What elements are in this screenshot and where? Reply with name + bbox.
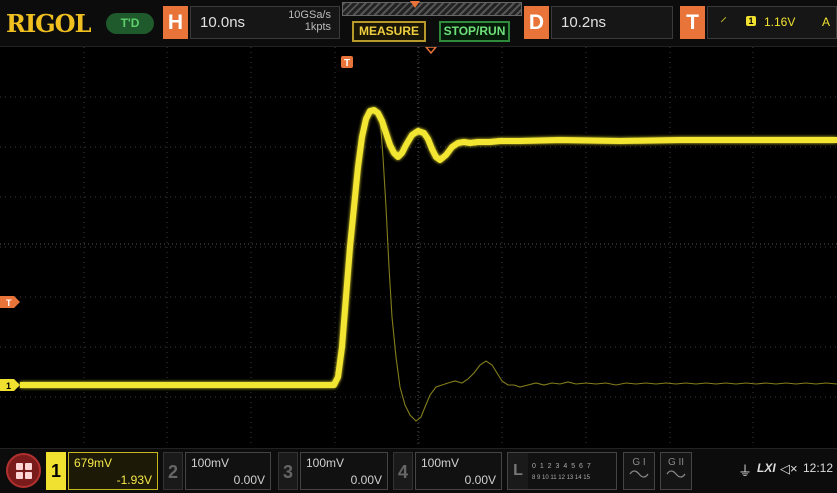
channel-3-scale: 100mV xyxy=(306,456,345,470)
channel-2-number: 2 xyxy=(163,452,183,490)
rising-edge-icon: ⸍ xyxy=(720,14,727,30)
channel-4-body: 100mV 0.00V xyxy=(415,452,502,490)
channel-1-number: 1 xyxy=(46,452,66,490)
channel-4-offset: 0.00V xyxy=(464,473,496,487)
channel-1-ground-marker-label: 1 xyxy=(6,381,11,391)
channel-3-panel[interactable]: 3 100mV 0.00V xyxy=(278,452,388,490)
clock: 12:12 xyxy=(803,461,834,475)
delay-button[interactable]: D xyxy=(524,6,549,39)
channel-4-scale: 100mV xyxy=(421,456,460,470)
channel-3-body: 100mV 0.00V xyxy=(300,452,388,490)
menu-grid-icon-cell xyxy=(25,463,32,470)
logic-analyzer-panel[interactable]: L 0 1 2 3 4 5 6 7 8 9 10 11 12 13 14 15 xyxy=(507,452,617,490)
memory-depth: 1kpts xyxy=(304,21,331,33)
menu-grid-icon xyxy=(16,463,23,470)
trigger-marker-label: T xyxy=(344,58,350,69)
secondary-trace xyxy=(379,116,837,422)
trigger-level-marker-label: T xyxy=(6,298,12,308)
menu-grid-icon-cell xyxy=(16,472,23,479)
channel-1-trace xyxy=(20,107,837,388)
trigger-status-badge: T'D xyxy=(106,13,154,34)
usb-icon: ⏚ xyxy=(738,463,752,479)
sine-wave-icon xyxy=(629,470,649,478)
trigger-source-badge: 1 xyxy=(746,16,756,26)
trigger-info-field[interactable]: ⸍ 1 1.16V A xyxy=(707,6,837,39)
channel-4-panel[interactable]: 4 100mV 0.00V xyxy=(393,452,502,490)
waveform-display[interactable]: T T 1 xyxy=(0,46,837,447)
trigger-mode: A xyxy=(822,15,831,29)
home-menu-button[interactable] xyxy=(6,453,41,488)
memory-position-strip xyxy=(342,1,522,16)
delay-value: 10.2ns xyxy=(561,14,607,31)
trigger-position-marker: T xyxy=(341,46,438,69)
top-bar: RIGOL T'D H 10.0ns 10GSa/s 1kpts MEASURE… xyxy=(0,0,837,47)
channel-2-body: 100mV 0.00V xyxy=(185,452,271,490)
horizontal-timebase-field[interactable]: 10.0ns 10GSa/s 1kpts xyxy=(190,6,340,39)
delay-field[interactable]: 10.2ns xyxy=(551,6,673,39)
menu-grid-icon-cell xyxy=(25,472,32,479)
measure-button[interactable]: MEASURE xyxy=(352,21,426,42)
memory-position-marker xyxy=(410,1,420,8)
stop-run-button[interactable]: STOP/RUN xyxy=(439,21,510,42)
channel-1-ground-marker[interactable]: 1 xyxy=(0,379,20,391)
channel-3-offset: 0.00V xyxy=(350,473,382,487)
rigol-logo: RIGOL xyxy=(6,9,91,38)
bottom-bar: 1 679mV -1.93V 2 100mV 0.00V 3 100mV 0.0… xyxy=(0,448,837,493)
logic-label: L xyxy=(508,453,528,489)
channel-3-number: 3 xyxy=(278,452,298,490)
channel-1-offset: -1.93V xyxy=(116,473,152,487)
trigger-level-marker[interactable]: T xyxy=(0,296,20,308)
generator-1-label: G I xyxy=(632,457,646,468)
trigger-button[interactable]: T xyxy=(680,6,705,39)
sample-rate: 10GSa/s xyxy=(288,9,331,21)
generator-2-button[interactable]: G II xyxy=(660,452,692,490)
horizontal-button[interactable]: H xyxy=(163,6,188,39)
timebase-value: 10.0ns xyxy=(200,14,246,31)
generator-1-button[interactable]: G I xyxy=(623,452,655,490)
generator-2-label: G II xyxy=(667,457,685,468)
trigger-level: 1.16V xyxy=(764,15,796,29)
channel-2-offset: 0.00V xyxy=(233,473,265,487)
logic-bits-row-1: 0 1 2 3 4 5 6 7 xyxy=(532,463,592,470)
acquisition-info: 10GSa/s 1kpts xyxy=(288,9,331,33)
channel-1-panel[interactable]: 1 679mV -1.93V xyxy=(46,452,158,490)
channel-1-body: 679mV -1.93V xyxy=(68,452,158,490)
waveform-grid-svg: T T 1 xyxy=(0,46,837,447)
lan-icon: LXI xyxy=(757,461,776,475)
logic-bits-row-2: 8 9 10 11 12 13 14 15 xyxy=(532,475,590,481)
sine-wave-icon xyxy=(666,470,686,478)
channel-1-scale: 679mV xyxy=(74,456,113,470)
speaker-icon[interactable]: ◁× xyxy=(780,461,798,477)
channel-2-panel[interactable]: 2 100mV 0.00V xyxy=(163,452,271,490)
channel-2-scale: 100mV xyxy=(191,456,230,470)
channel-4-number: 4 xyxy=(393,452,413,490)
